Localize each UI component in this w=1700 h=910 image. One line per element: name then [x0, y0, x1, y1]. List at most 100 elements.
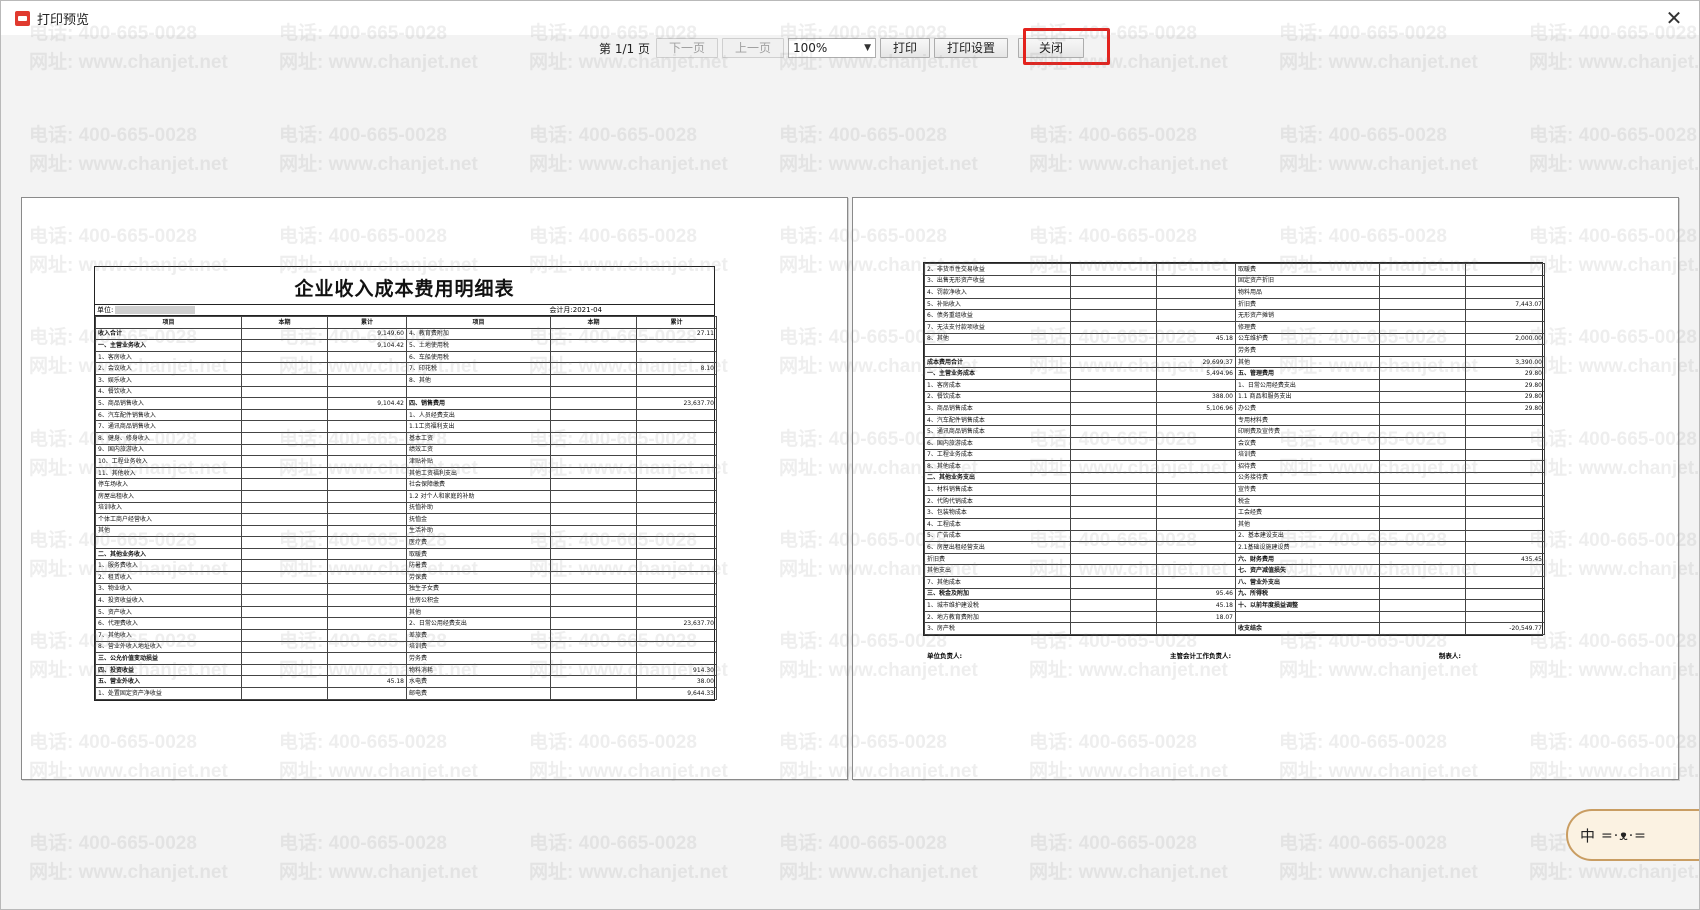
table-cell [1156, 320, 1236, 334]
table-cell: 折旧费 [924, 552, 1071, 566]
table-cell [1379, 599, 1466, 612]
table-cell [1070, 506, 1157, 520]
table-cell [1070, 332, 1157, 346]
next-page-button[interactable]: 下一页 [655, 38, 718, 58]
table-cell: 7、印花税 [406, 362, 551, 375]
table-row: 8、其他 45.18 公车维护费 2,000.00 [924, 332, 1545, 346]
table-cell [636, 513, 717, 526]
table-cell [1070, 518, 1157, 531]
watermark-phone: 电话: 400-665-0028 [1529, 125, 1697, 146]
table-cell [241, 617, 328, 631]
table-row: 3、商品销售成本 5,106.96 办公费 29.80 [924, 402, 1545, 415]
table-cell: 7、工程业务成本 [924, 448, 1071, 462]
watermark-site: 网址: www.chanjet.net [279, 52, 478, 73]
report-meta: 单位: 会计月:2021-04 [95, 305, 714, 316]
table-cell [1156, 263, 1236, 276]
watermark-site: 网址: www.chanjet.net [29, 154, 228, 175]
watermark-tile: 电话: 400-665-0028 网址: www.chanjet.net [1029, 829, 1228, 887]
table-cell [1156, 274, 1236, 288]
prev-page-button[interactable]: 上一页 [721, 38, 784, 58]
table-cell [550, 373, 637, 387]
watermark-site: 网址: www.chanjet.net [1279, 52, 1478, 73]
table-cell [327, 385, 407, 399]
table-cell: 其他工资福利支出 [406, 466, 551, 480]
table-cell: 45.18 [1156, 332, 1236, 346]
table-cell: 津贴补贴 [406, 455, 551, 468]
table-cell: 2.1基础设施建设费 [1235, 541, 1380, 554]
watermark-tile: 电话: 400-665-0028 网址: www.chanjet.net [1029, 121, 1228, 179]
table-cell: 个体工商户经营收入 [95, 513, 242, 526]
table-cell [241, 327, 328, 341]
table-cell [1070, 367, 1157, 380]
watermark-site: 网址: www.chanjet.net [779, 862, 978, 883]
print-button[interactable]: 打印 [879, 38, 930, 58]
table-row: 6、国内旅游成本 会议费 [924, 436, 1545, 450]
table-cell: 物料消耗 [406, 663, 551, 677]
table-row: 四、投资收益 物料消耗 914.30 [95, 663, 717, 677]
table-cell: 8.10 [636, 362, 717, 375]
table-cell: 4、投资收益收入 [95, 594, 242, 607]
table-cell [241, 408, 328, 422]
table-row: 房屋出租收入 1.2 对个人和家庭的补助 [95, 489, 717, 503]
watermark-tile: 电话: 400-665-0028 网址: www.chanjet.net [1529, 121, 1699, 179]
table-row: 1、城市维护建设税 45.18 十、以前年度损益调整 [924, 599, 1545, 612]
signature-row: 单位负责人: 主管会计工作负责人: 制表人: [925, 647, 1465, 660]
table-cell: 固定资产折旧 [1235, 274, 1380, 288]
table-row: 个体工商户经营收入 抚恤金 [95, 513, 717, 526]
table-cell [241, 466, 328, 480]
table-cell [327, 687, 407, 700]
table-row: 10、工程业务收入 津贴补贴 [95, 455, 717, 468]
table-cell [1156, 286, 1236, 299]
table-row: 5、广告成本 2、基本建设支出 [924, 529, 1545, 543]
table-cell [1156, 529, 1236, 543]
table-cell [327, 373, 407, 387]
table-cell [1156, 344, 1236, 357]
table-cell [636, 350, 717, 364]
table-cell: 8、其他 [406, 373, 551, 387]
app-logo-icon [15, 10, 30, 26]
table-cell: 7、其他成本 [924, 576, 1071, 589]
watermark-tile: 电话: 400-665-0028 网址: www.chanjet.net [529, 121, 728, 179]
table-cell: 3、商品销售成本 [924, 402, 1071, 415]
print-settings-button[interactable]: 打印设置 [934, 38, 1009, 58]
table-cell [550, 431, 637, 445]
table-cell: -20,549.77 [1465, 622, 1545, 635]
table-cell [1070, 541, 1157, 554]
zoom-select[interactable]: 100% ▼ [787, 38, 876, 58]
watermark-phone: 电话: 400-665-0028 [279, 833, 447, 854]
table-cell [1379, 263, 1466, 276]
table-row: 五、营业外收入 45.18 水电费 38.00 [95, 675, 717, 688]
watermark-site: 网址: www.chanjet.net [29, 862, 228, 883]
table-cell [1156, 552, 1236, 566]
close-button[interactable]: 关闭 [1018, 38, 1085, 58]
table-cell [550, 501, 637, 515]
watermark-phone: 电话: 400-665-0028 [1279, 125, 1447, 146]
watermark-phone: 电话: 400-665-0028 [279, 125, 447, 146]
watermark-tile: 电话: 400-665-0028 网址: www.chanjet.net [279, 829, 478, 887]
floating-assistant-widget[interactable]: 中 =·ᴥ·= [1566, 809, 1699, 861]
table-cell: 防暑费 [406, 559, 551, 573]
window-close-icon[interactable]: ✕ [1663, 7, 1685, 29]
table-cell: 9、国内旅游收入 [95, 443, 242, 457]
table-cell: 1、日常公用经费支出 [1235, 378, 1380, 392]
watermark-phone: 电话: 400-665-0028 [779, 125, 947, 146]
table-cell [550, 455, 637, 468]
table-cell [550, 397, 637, 410]
table-cell: 生活补助 [406, 524, 551, 538]
table-cell: 2、会议收入 [95, 362, 242, 375]
table-row: 5、补贴收入 折旧费 7,443.07 [924, 297, 1545, 311]
watermark-tile: 电话: 400-665-0028 网址: www.chanjet.net [779, 121, 978, 179]
table-row: 三、公允价值变动损益 劳务费 [95, 652, 717, 665]
table-row: 6、房屋出租经营支出 2.1基础设施建设费 [924, 541, 1545, 554]
table-cell: 折旧费 [1235, 297, 1380, 311]
table-row: 4、投资收益收入 住房公积金 [95, 594, 717, 607]
cat-face-icon: =·ᴥ·= [1601, 827, 1647, 844]
table-cell [1070, 344, 1157, 357]
table-cell [1156, 378, 1236, 392]
table-cell [636, 339, 717, 352]
table-row: 5、资产收入 其他 [95, 605, 717, 619]
table-cell: 4、工程成本 [924, 518, 1071, 531]
watermark-site: 网址: www.chanjet.net [1529, 862, 1700, 883]
preview-page-right: 2、非货币性交易收益 取暖费 3、出售无形资产收益 固定资产折旧 4、罚款净收入 物料用品… [852, 197, 1679, 780]
table-cell [1379, 413, 1466, 427]
